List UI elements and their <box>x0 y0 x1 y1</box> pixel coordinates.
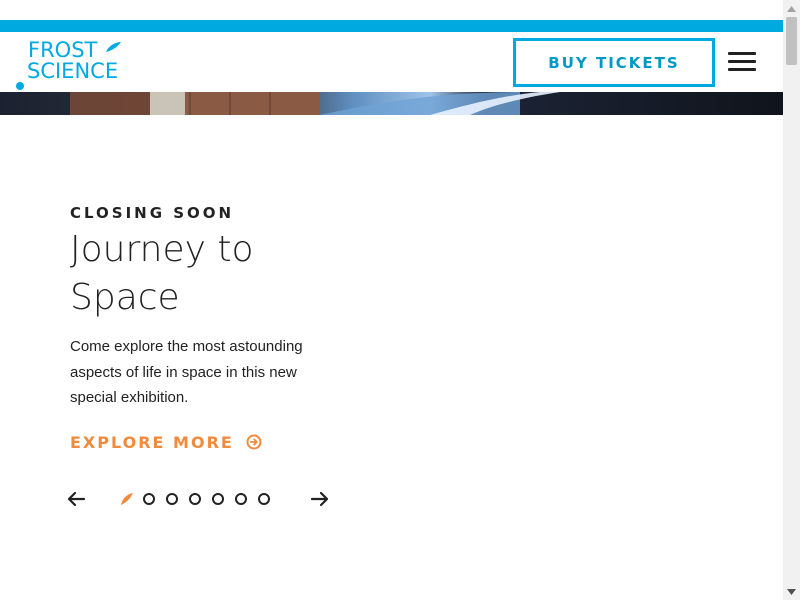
hero-title-line-1: Journey to <box>70 229 254 270</box>
carousel-dot[interactable] <box>212 493 224 505</box>
hero-content: CLOSING SOON Journey to Space Come explo… <box>70 200 370 452</box>
logo-text-science: SCIENCE <box>27 59 118 83</box>
explore-more-link[interactable]: EXPLORE MORE <box>70 433 370 452</box>
hero-title-line-2: Space <box>70 277 180 318</box>
arrow-circle-right-icon <box>246 434 262 450</box>
hero-title: Journey to Space <box>70 226 370 322</box>
carousel-dot-active-comet-icon[interactable] <box>120 492 134 506</box>
buy-tickets-button[interactable]: BUY TICKETS <box>513 38 715 87</box>
site-header: FROST SCIENCE BUY TICKETS <box>0 32 783 92</box>
arrow-left-icon[interactable] <box>64 487 88 511</box>
arrow-right-icon[interactable] <box>308 487 332 511</box>
carousel-dot[interactable] <box>143 493 155 505</box>
carousel-controls <box>64 487 344 513</box>
top-accent-bar <box>0 20 783 32</box>
hero-image-strip <box>0 92 783 115</box>
top-white-band <box>0 0 783 20</box>
hero-eyebrow: CLOSING SOON <box>70 204 235 222</box>
explore-more-label: EXPLORE MORE <box>70 432 234 452</box>
scroll-up-arrow-icon[interactable] <box>783 0 800 17</box>
logo-comet-icon <box>106 42 121 52</box>
carousel-dot[interactable] <box>235 493 247 505</box>
carousel-dots <box>120 492 281 506</box>
scrollbar-thumb[interactable] <box>786 17 797 65</box>
hamburger-menu-icon[interactable] <box>728 52 756 74</box>
vertical-scrollbar[interactable] <box>783 0 800 600</box>
hero-description: Come explore the most astounding aspects… <box>70 338 303 406</box>
carousel-dot[interactable] <box>166 493 178 505</box>
frost-science-logo[interactable]: FROST SCIENCE <box>14 36 129 90</box>
logo-dot-icon <box>16 82 24 90</box>
carousel-dot[interactable] <box>189 493 201 505</box>
scroll-down-arrow-icon[interactable] <box>783 583 800 600</box>
carousel-dot[interactable] <box>258 493 270 505</box>
